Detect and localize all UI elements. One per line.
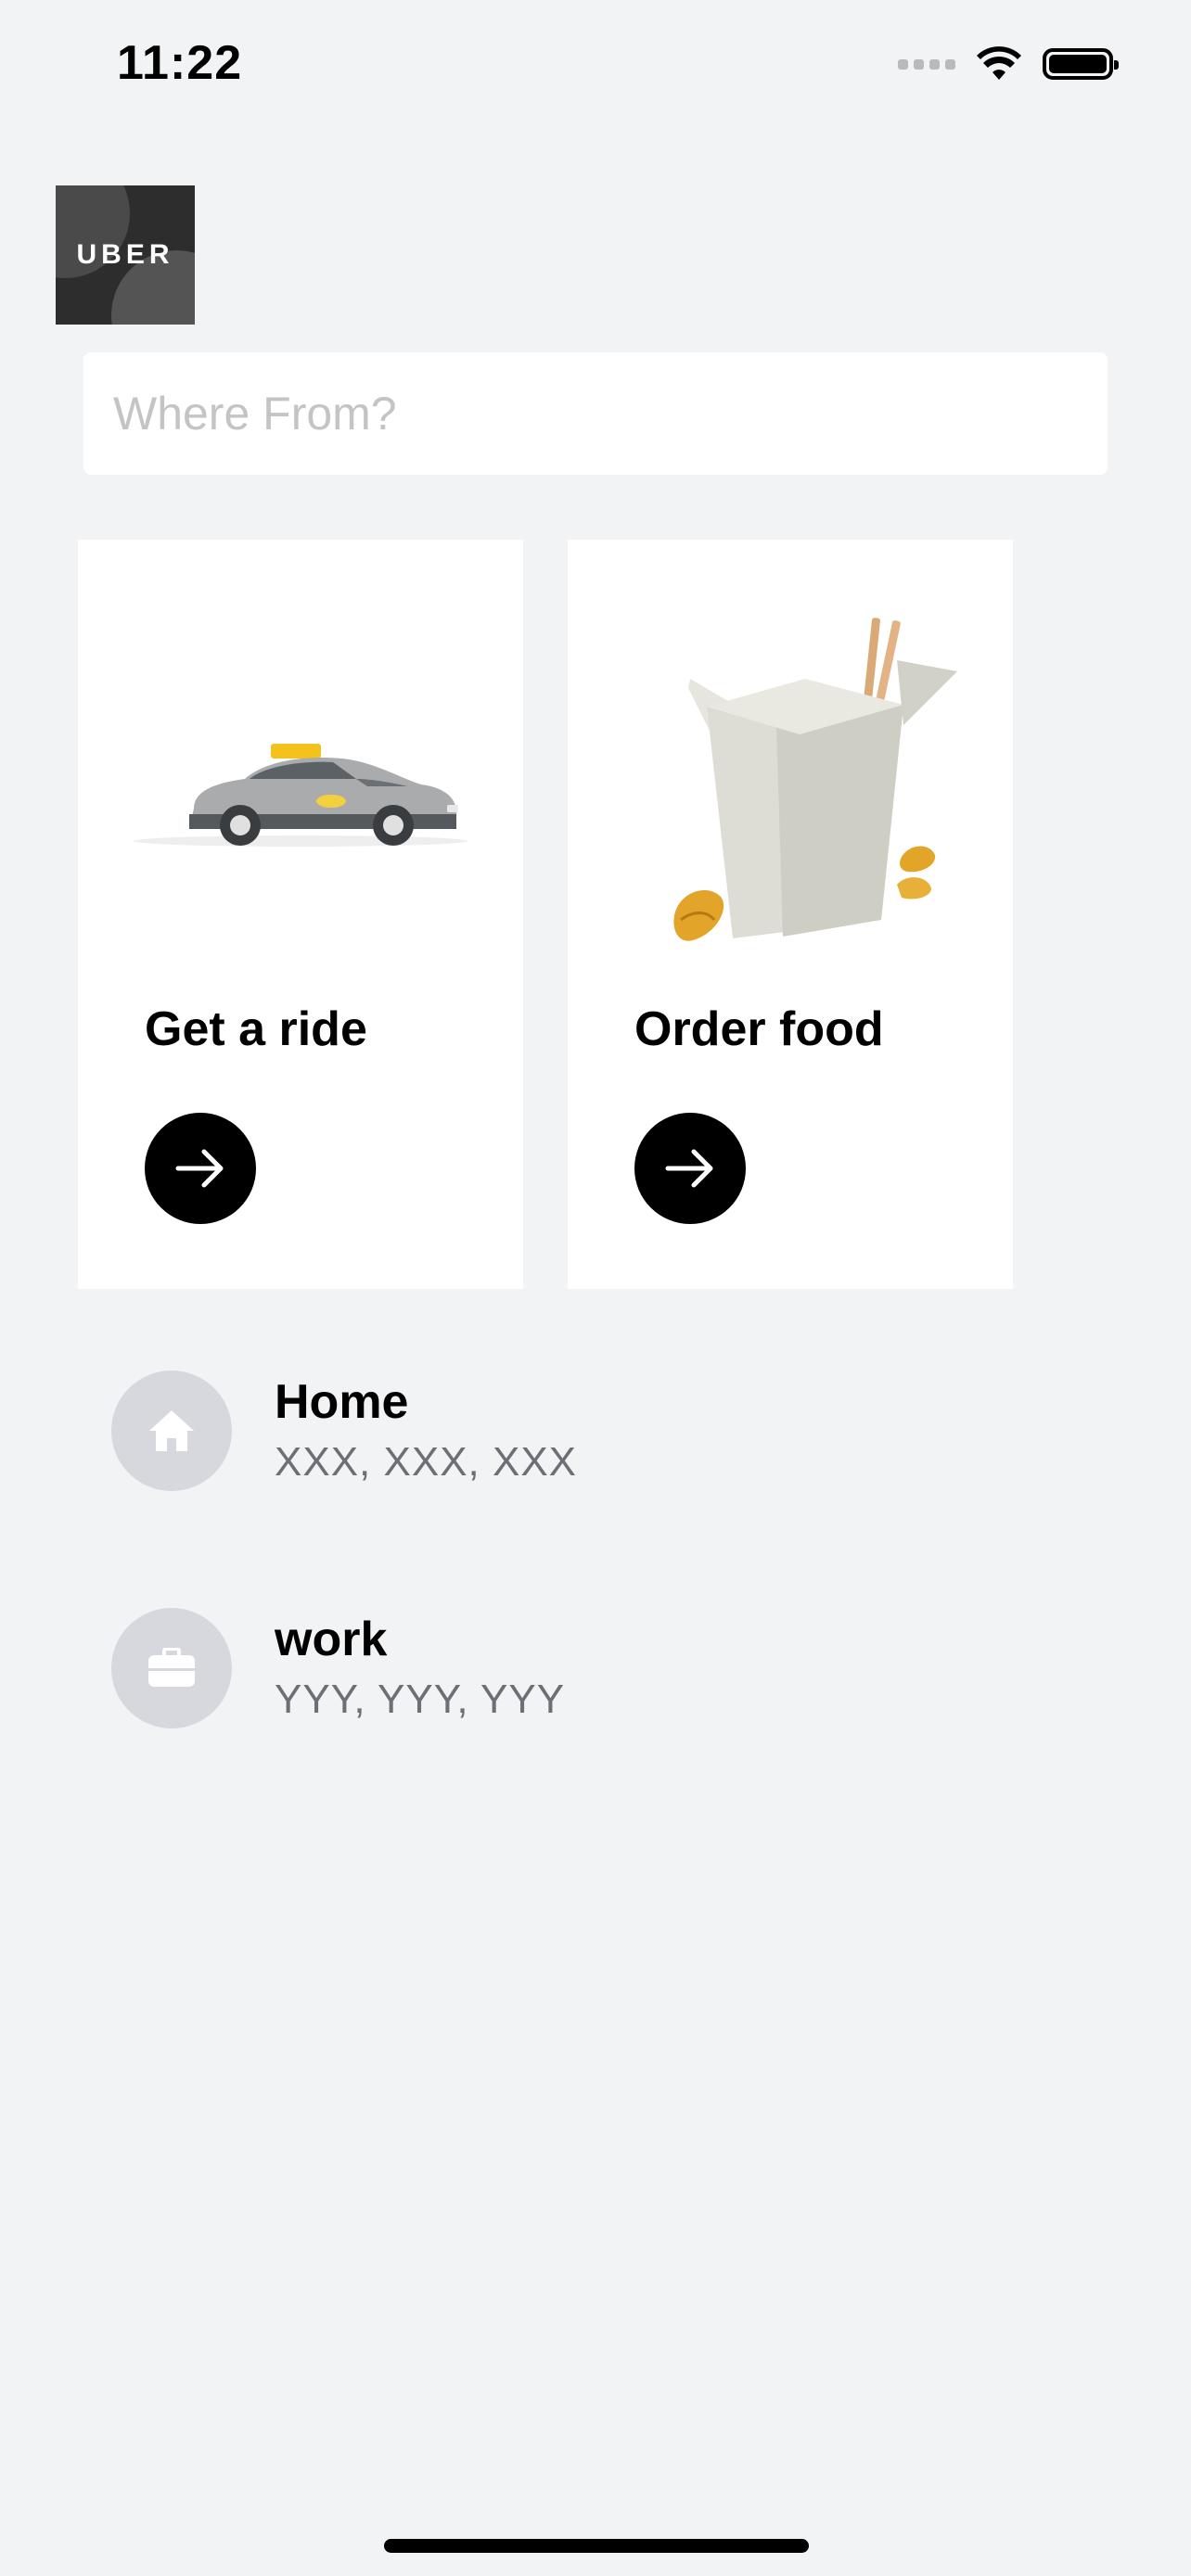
search-box[interactable] [83, 352, 1108, 475]
saved-place-work[interactable]: work YYY, YYY, YYY [111, 1603, 1039, 1733]
place-text: work YYY, YYY, YYY [275, 1611, 565, 1726]
takeout-box-image [673, 618, 957, 941]
battery-icon [1043, 48, 1119, 80]
home-indicator[interactable] [384, 2539, 809, 2553]
uber-logo: UBER [56, 185, 195, 325]
logo-text: UBER [76, 239, 174, 270]
place-text: Home XXX, XXX, XXX [275, 1373, 577, 1488]
saved-place-home[interactable]: Home XXX, XXX, XXX [111, 1366, 1039, 1496]
place-icon-circle [111, 1371, 232, 1491]
order-food-card[interactable]: Order food [568, 540, 1013, 1289]
briefcase-icon [148, 1648, 195, 1687]
wifi-icon [977, 46, 1021, 80]
arrow-right-icon [665, 1149, 713, 1188]
status-bar: 11:22 [0, 0, 1191, 139]
home-icon [149, 1410, 194, 1451]
place-icon-circle [111, 1608, 232, 1728]
status-time: 11:22 [117, 36, 243, 90]
card-title: Get a ride [145, 1002, 367, 1056]
place-name: Home [275, 1375, 409, 1429]
get-a-ride-card[interactable]: Get a ride [78, 540, 523, 1289]
card-title: Order food [634, 1002, 884, 1056]
place-address: YYY, YYY, YYY [275, 1677, 566, 1722]
place-address: XXX, XXX, XXX [275, 1439, 578, 1485]
where-from-input[interactable] [111, 386, 1080, 441]
get-a-ride-arrow-button[interactable] [145, 1113, 256, 1224]
arrow-right-icon [175, 1149, 224, 1188]
cellular-signal-icon [898, 58, 955, 70]
order-food-arrow-button[interactable] [634, 1113, 746, 1224]
place-name: work [275, 1613, 388, 1666]
taxi-car-image [134, 744, 467, 847]
status-icons [898, 46, 1119, 82]
